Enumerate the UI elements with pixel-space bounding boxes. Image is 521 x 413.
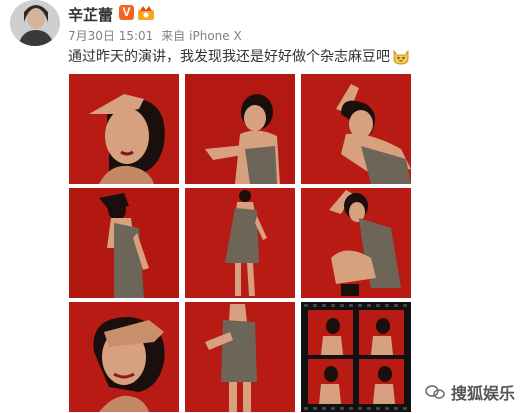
post-date[interactable]: 7月30日 15:01	[68, 29, 153, 43]
source-prefix: 来自	[161, 29, 186, 43]
photo-9-film-strip[interactable]	[301, 302, 411, 412]
photo-1[interactable]	[69, 74, 179, 184]
post-meta: 7月30日 15:01 来自 iPhone X	[68, 27, 246, 44]
photo-5[interactable]	[185, 188, 295, 298]
author-name[interactable]: 辛芷蕾	[68, 4, 113, 25]
post-text-row: 通过昨天的演讲，我发现我还是好好做个杂志麻豆吧	[68, 46, 410, 66]
photo-7[interactable]	[69, 302, 179, 412]
photo-2[interactable]	[185, 74, 295, 184]
crown-badge-icon[interactable]	[137, 4, 155, 21]
sohu-logo-icon	[425, 385, 445, 399]
watermark-text: 搜狐娱乐	[451, 384, 516, 403]
photo-6[interactable]	[301, 188, 411, 298]
photo-grid	[69, 74, 411, 413]
photo-4[interactable]	[69, 188, 179, 298]
vip-badge[interactable]: V	[119, 5, 134, 20]
cat-emoji-icon	[393, 49, 409, 65]
avatar[interactable]	[10, 0, 60, 46]
post-text: 通过昨天的演讲，我发现我还是好好做个杂志麻豆吧	[68, 49, 390, 65]
post-source: iPhone X	[189, 29, 242, 43]
photo-3[interactable]	[301, 74, 411, 184]
watermark: 搜狐娱乐	[425, 380, 515, 404]
photo-8[interactable]	[185, 302, 295, 412]
